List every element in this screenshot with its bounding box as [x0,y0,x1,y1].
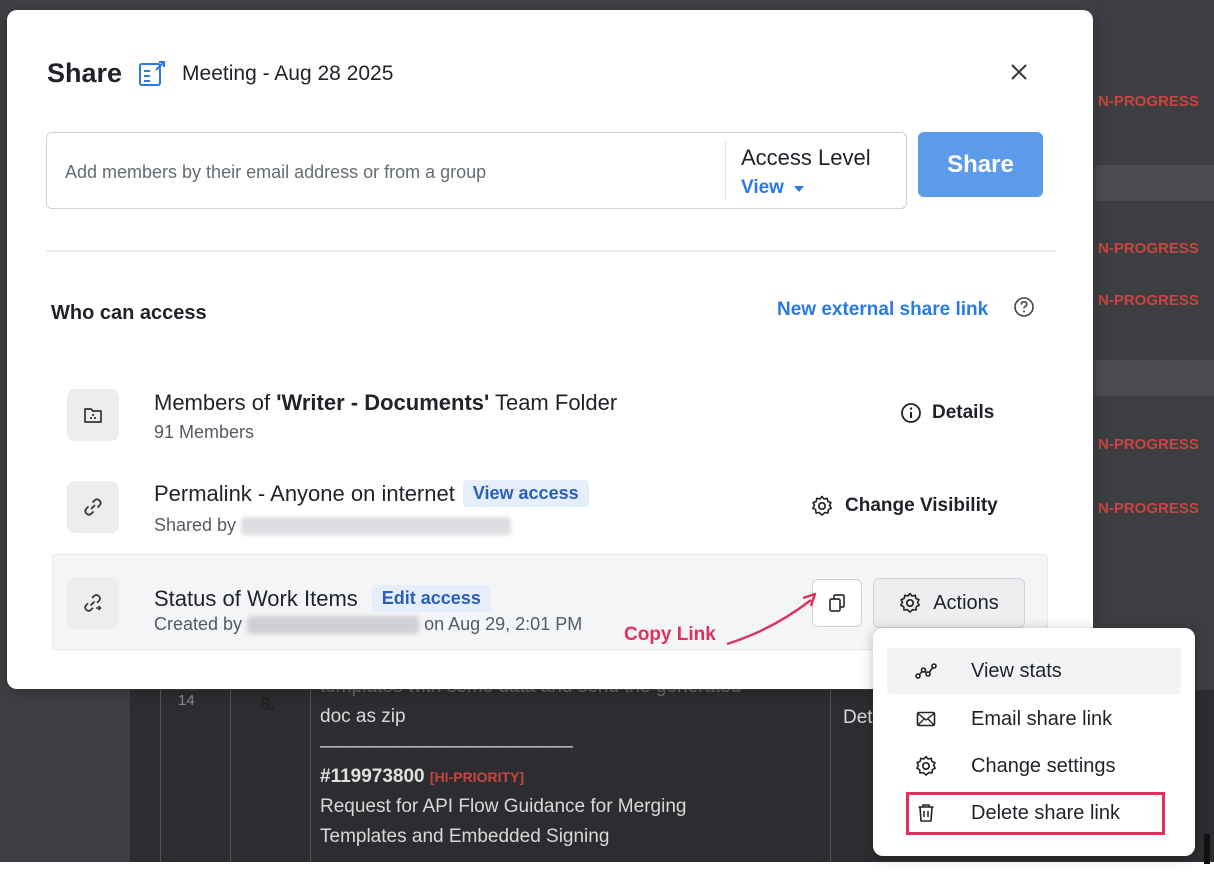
change-visibility-button[interactable]: Change Visibility [811,495,998,517]
actions-label: Actions [933,591,999,614]
background-status: N-PROGRESS [1098,240,1199,257]
background-status: N-PROGRESS [1098,93,1199,110]
caret-down-icon [793,185,804,192]
team-folder-row-title: Members of 'Writer - Documents' Team Fol… [154,390,617,416]
add-members-box: Access Level View [46,132,907,209]
shared-by-label: Shared by [154,515,237,535]
row-title-folder-name: 'Writer - Documents' [276,390,490,415]
background-cell: templates with some data and send the ge… [320,672,820,852]
background-ticket: #119973800 [HI-PRIORITY] [320,762,820,792]
actions-button[interactable]: Actions [873,578,1025,628]
gear-icon [900,592,921,613]
team-folder-member-count: 91 Members [154,422,255,442]
details-label: Details [932,402,995,423]
created-date: on Aug 29, 2:01 PM [424,614,583,634]
menu-item-label: View stats [971,659,1062,682]
copy-icon [829,594,845,612]
background-status: N-PROGRESS [1098,292,1199,309]
edit-access-badge: Edit access [371,585,491,612]
gear-icon [915,755,937,777]
share-link-row-title: Status of Work Items Edit access [154,585,491,612]
background-cell-separator: —————————————— [320,736,573,757]
background-footer [0,862,1214,874]
link-icon [67,481,119,533]
background-status: N-PROGRESS [1098,500,1199,517]
help-icon[interactable] [1013,296,1035,318]
dialog-header: Share Meeting - Aug 28 2025 [47,58,393,89]
background-row-number: 14 [178,692,195,709]
permalink-title: Permalink - Anyone on internet [154,481,455,506]
background-band [1095,165,1214,201]
menu-item-label: Delete share link [971,801,1120,824]
background-gridline [160,690,161,862]
background-gridline [830,690,831,862]
background-gridline [230,690,231,862]
redacted-name [241,517,512,536]
annotation-arrow-icon [726,592,817,646]
dialog-title: Share [47,58,123,88]
trash-icon [915,802,937,824]
folder-icon [67,389,119,441]
view-access-badge: View access [462,480,589,507]
external-link-icon [67,577,119,629]
gear-icon [812,495,832,516]
background-ticket-priority: [HI-PRIORITY] [429,769,525,785]
details-button[interactable]: Details [900,402,994,424]
copy-link-annotation: Copy Link [624,624,716,645]
row-title-suffix: Team Folder [489,390,618,415]
email-icon [915,708,937,730]
background-cell-line: Request for API Flow Guidance for Mergin… [320,796,687,817]
section-divider [46,250,1055,252]
background-status: N-PROGRESS [1098,436,1199,453]
close-icon[interactable] [1005,58,1033,86]
background-band [1095,360,1214,396]
permalink-shared-by: Shared by [154,515,512,536]
share-dialog: Share Meeting - Aug 28 2025 Access Level… [7,10,1093,689]
menu-item-label: Email share link [971,707,1113,730]
permalink-row-title: Permalink - Anyone on internet View acces… [154,480,589,507]
access-level-label: Access Level [741,145,871,170]
who-can-access-heading: Who can access [51,302,207,324]
menu-item-delete-share-link[interactable]: Delete share link [887,790,1181,836]
menu-item-view-stats[interactable]: View stats [887,648,1181,694]
background-cell-line: doc as zip [320,706,406,727]
share-link-created-by: Created by on Aug 29, 2:01 PM [154,614,582,635]
menu-item-label: Change settings [971,754,1116,777]
info-icon [901,403,921,423]
new-external-share-link[interactable]: New external share link [777,299,988,321]
share-link-title: Status of Work Items [154,586,358,611]
created-by-label: Created by [154,614,243,634]
menu-item-email-share-link[interactable]: Email share link [887,696,1181,742]
add-members-input[interactable] [63,153,707,191]
redacted-name [247,616,420,635]
background-edge [1204,834,1210,864]
access-level-value: View [741,177,784,198]
document-name: Meeting - Aug 28 2025 [182,61,394,85]
writer-document-icon [139,60,166,86]
share-button[interactable]: Share [918,132,1043,197]
stats-icon [915,660,937,682]
background-cell-line: Templates and Embedded Signing [320,826,610,847]
actions-menu: View stats Email share link Change setti… [873,628,1195,856]
input-divider [725,141,726,201]
menu-item-change-settings[interactable]: Change settings [887,743,1181,789]
access-level-dropdown[interactable]: Access Level View [741,145,871,199]
background-gridline [310,690,311,862]
row-title-prefix: Members of [154,390,277,415]
background-ticket-id: #119973800 [320,766,425,787]
background-details-fragment: Det [843,707,873,728]
change-visibility-label: Change Visibility [845,495,998,516]
background-row-index: 8. [260,694,276,714]
